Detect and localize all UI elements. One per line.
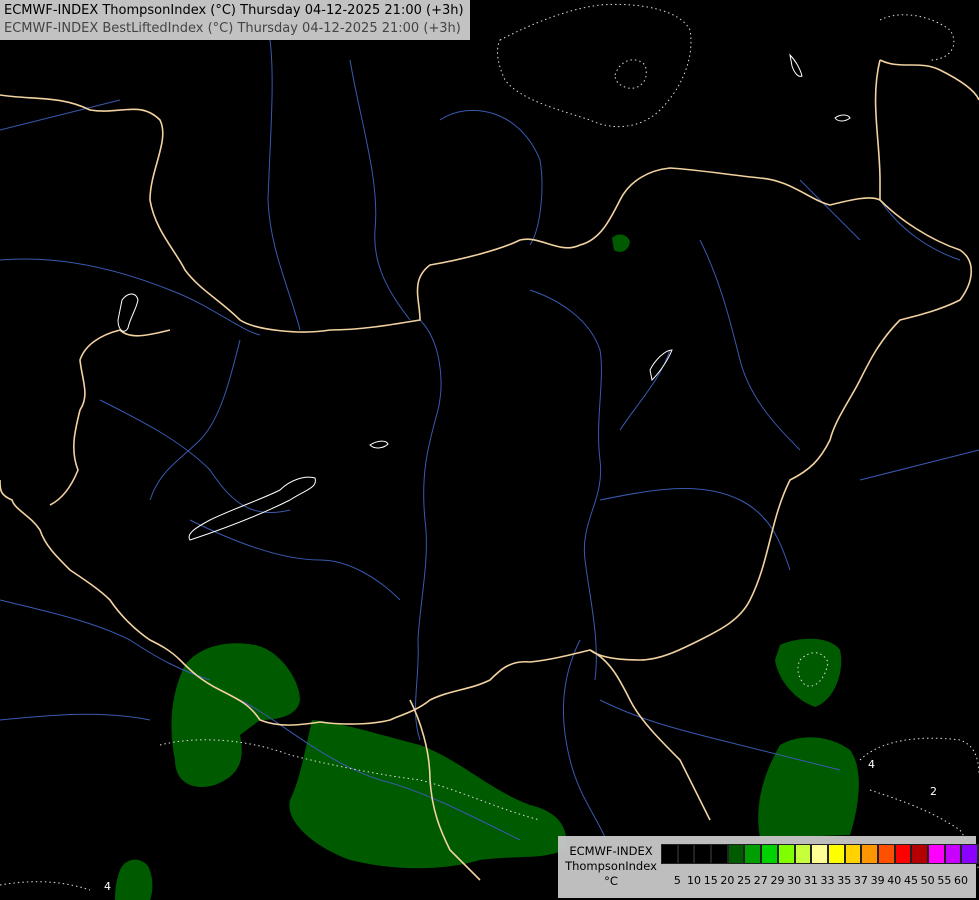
- legend-parameter: ThompsonIndex: [565, 859, 657, 873]
- legend-tick: 10: [687, 874, 702, 887]
- legend-tick: 25: [737, 874, 752, 887]
- legend-swatch: [894, 844, 912, 864]
- weather-map: 4 2 4: [0, 0, 979, 900]
- title-line-lifted: ECMWF-INDEX BestLiftedIndex (°C) Thursda…: [4, 21, 461, 36]
- legend-swatch: [844, 844, 862, 864]
- contour-label: 4: [868, 758, 875, 771]
- legend-tick: 31: [803, 874, 818, 887]
- legend-swatch: [794, 844, 812, 864]
- legend-swatch: [944, 844, 962, 864]
- legend-swatch: [961, 844, 979, 864]
- legend-tick: 30: [787, 874, 802, 887]
- legend-tick: 50: [920, 874, 935, 887]
- legend-ticks: 5 10 15 20 25 27 29 30 31 33 35 37 39 40 45 50 55 60: [669, 874, 969, 887]
- legend-tick: 39: [870, 874, 885, 887]
- legend-swatch: [677, 844, 695, 864]
- legend-swatches: [661, 844, 979, 864]
- legend-swatch: [877, 844, 895, 864]
- legend-swatch: [777, 844, 795, 864]
- legend-swatch: [744, 844, 762, 864]
- legend-tick: 33: [820, 874, 835, 887]
- legend-tick: 27: [753, 874, 768, 887]
- legend-tick: 45: [903, 874, 918, 887]
- legend-tick: 5: [673, 874, 681, 887]
- legend-model: ECMWF-INDEX: [569, 844, 653, 858]
- legend-swatch: [761, 844, 778, 864]
- legend-swatch: [727, 844, 745, 864]
- contour-label: 4: [104, 880, 111, 893]
- legend-swatch: [861, 844, 878, 864]
- legend-tick: 29: [770, 874, 785, 887]
- legend-tick: 20: [720, 874, 735, 887]
- legend-tick: 60: [954, 874, 969, 887]
- legend-tick: 37: [853, 874, 868, 887]
- legend-tick: 15: [703, 874, 718, 887]
- legend-swatch: [694, 844, 712, 864]
- legend-swatch: [661, 844, 678, 864]
- legend-tick: 55: [937, 874, 952, 887]
- title-line-thompson: ECMWF-INDEX ThompsonIndex (°C) Thursday …: [4, 3, 464, 18]
- legend-swatch: [928, 844, 945, 864]
- legend-tick: 40: [887, 874, 902, 887]
- legend-swatch: [911, 844, 928, 864]
- map-title: ECMWF-INDEX ThompsonIndex (°C) Thursday …: [0, 0, 470, 40]
- legend-tick: 35: [837, 874, 852, 887]
- legend-swatch: [811, 844, 828, 864]
- color-legend: ECMWF-INDEX ThompsonIndex °C 5 10 15 20 25 27…: [558, 836, 979, 898]
- legend-unit: °C: [604, 874, 618, 888]
- legend-swatch: [711, 844, 728, 864]
- legend-swatch: [827, 844, 845, 864]
- contour-label: 2: [930, 785, 937, 798]
- legend-label: ECMWF-INDEX ThompsonIndex °C: [562, 844, 660, 889]
